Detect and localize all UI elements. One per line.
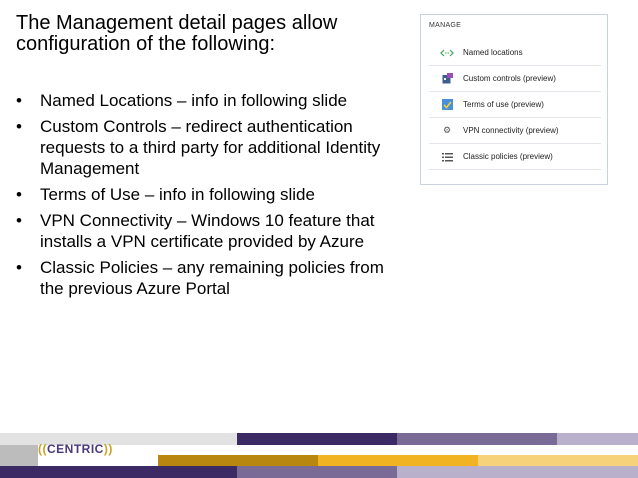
bullet-text: Named Locations – info in following slid…: [40, 91, 348, 110]
footer-bar-gold: [158, 455, 318, 466]
bullet-text: Custom Controls – redirect authenticatio…: [40, 117, 381, 178]
bullet-dot: •: [16, 258, 22, 277]
footer-bar-gold-light: [478, 455, 638, 466]
footer-bar-purple-dark: [237, 433, 397, 445]
bullet-classic-policies: • Classic Policies – any remaining polic…: [16, 257, 386, 299]
bullet-dot: •: [16, 91, 22, 110]
menu-item-label: Terms of use (preview): [463, 100, 544, 109]
footer-bar-gold-bright: [318, 455, 478, 466]
bullet-list: • Named Locations – info in following sl…: [16, 90, 386, 304]
slide-heading: The Management detail pages allow config…: [16, 12, 338, 55]
custom-controls-icon: [439, 73, 455, 84]
bullet-dot: •: [16, 211, 22, 230]
menu-item-label: Named locations: [463, 48, 523, 57]
manage-panel-title: MANAGE: [429, 22, 462, 29]
footer-bar-purple-mid: [397, 433, 557, 445]
bullet-text: Terms of Use – info in following slide: [40, 185, 315, 204]
bullet-dot: •: [16, 185, 22, 204]
footer-bar-bottom-mid: [237, 466, 397, 478]
bullet-text: Classic Policies – any remaining policie…: [40, 258, 384, 298]
gear-icon: ⚙: [442, 125, 452, 135]
centric-logo: ((CENTRIC)): [38, 442, 113, 456]
manage-menu: Named locations Custom controls (preview…: [429, 40, 601, 170]
arrows-icon: [439, 49, 455, 57]
menu-item-terms-of-use[interactable]: Terms of use (preview): [429, 92, 601, 118]
menu-item-label: Custom controls (preview): [463, 74, 556, 83]
footer-bar-bottom-purple: [0, 466, 237, 478]
terms-check-icon: [439, 99, 455, 110]
footer-bar-gray-left: [0, 433, 237, 445]
list-icon: [439, 152, 455, 162]
bullet-named-locations: • Named Locations – info in following sl…: [16, 90, 386, 111]
menu-item-named-locations[interactable]: Named locations: [429, 40, 601, 66]
bullet-custom-controls: • Custom Controls – redirect authenticat…: [16, 116, 386, 179]
bullet-terms-of-use: • Terms of Use – info in following slide: [16, 184, 386, 205]
bullet-dot: •: [16, 117, 22, 136]
menu-item-label: VPN connectivity (preview): [463, 126, 559, 135]
footer-bar-gray-block: [0, 445, 38, 466]
menu-item-classic-policies[interactable]: Classic policies (preview): [429, 144, 601, 170]
menu-item-vpn-connectivity[interactable]: ⚙ VPN connectivity (preview): [429, 118, 601, 144]
menu-item-custom-controls[interactable]: Custom controls (preview): [429, 66, 601, 92]
manage-panel: MANAGE Named locations Custom controls (…: [420, 14, 608, 185]
footer-bar-bottom-lavender: [397, 466, 638, 478]
bullet-vpn-connectivity: • VPN Connectivity – Windows 10 feature …: [16, 210, 386, 252]
footer-bar-lavender: [557, 433, 638, 445]
bullet-text: VPN Connectivity – Windows 10 feature th…: [40, 211, 375, 251]
menu-item-label: Classic policies (preview): [463, 152, 553, 161]
